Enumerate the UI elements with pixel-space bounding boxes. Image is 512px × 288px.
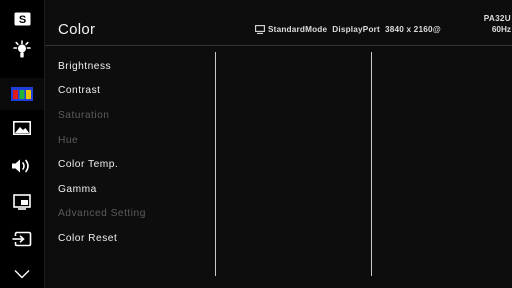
menu-item-saturation: Saturation [58, 109, 110, 121]
resolution-label: 3840 x 2160@ [384, 25, 441, 34]
color-bars-icon [11, 87, 33, 101]
column-divider [371, 52, 372, 276]
menu-item-brightness[interactable]: Brightness [58, 54, 213, 79]
menu-item-hue: Hue [58, 134, 79, 146]
column-divider [215, 52, 216, 276]
s-badge-icon: S [14, 12, 30, 26]
brightness-icon [13, 40, 31, 58]
sidebar-item-sound[interactable] [0, 150, 44, 182]
sidebar-item-color[interactable] [0, 78, 44, 110]
osd-sidebar: S [0, 0, 44, 288]
sidebar-item-pip[interactable] [0, 186, 44, 218]
input-source-icon [12, 231, 32, 247]
sidebar-item-image[interactable] [0, 112, 44, 144]
monitor-osd: S Color StandardMode DisplayPort 3840 x … [0, 0, 512, 288]
osd-main-panel: Color StandardMode DisplayPort 3840 x 21… [44, 0, 512, 288]
osd-header: Color StandardMode DisplayPort 3840 x 21… [45, 0, 512, 45]
menu-item-color-reset[interactable]: Color Reset [58, 226, 213, 251]
color-menu: Brightness Contrast Saturation Hue Color… [58, 54, 213, 251]
pip-icon [13, 194, 31, 210]
sidebar-item-splendid[interactable]: S [0, 3, 44, 35]
page-title: Color [58, 21, 96, 38]
menu-item-gamma[interactable]: Gamma [58, 177, 213, 202]
refresh-rate: 60Hz [491, 25, 511, 34]
menu-item-color-temp[interactable]: Color Temp. [58, 152, 213, 177]
picture-icon [13, 121, 31, 135]
header-divider [45, 45, 512, 46]
mode-label: StandardMode [268, 25, 328, 34]
speaker-icon [12, 159, 29, 173]
menu-item-contrast[interactable]: Contrast [58, 79, 213, 104]
monitor-icon [255, 25, 265, 34]
model-name: PA32U [483, 14, 511, 23]
sidebar-item-more[interactable] [0, 258, 44, 288]
sidebar-item-blue-light[interactable] [0, 34, 44, 66]
chevron-down-icon [14, 270, 30, 279]
status-bar: StandardMode DisplayPort 3840 x 2160@ [255, 25, 441, 34]
input-label: DisplayPort [332, 25, 380, 34]
svg-text:S: S [18, 14, 25, 26]
menu-item-advanced-setting: Advanced Setting [58, 208, 146, 220]
sidebar-item-input-select[interactable] [0, 223, 44, 255]
